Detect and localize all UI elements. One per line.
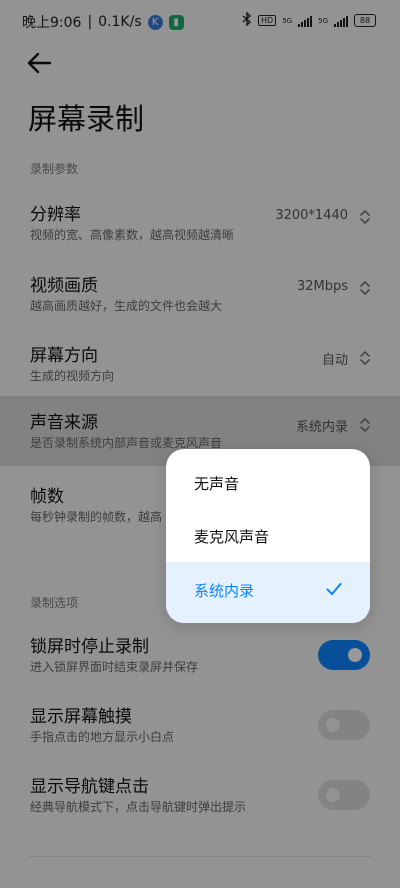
menu-item-label: 系统内录 (194, 582, 255, 600)
checkmark-icon (326, 583, 342, 595)
menu-item-no-sound[interactable]: 无声音 (166, 455, 370, 511)
menu-item-label: 麦克风声音 (194, 528, 270, 546)
menu-item-system-audio[interactable]: 系统内录 (166, 562, 370, 623)
audio-source-menu: 无声音 麦克风声音 系统内录 (166, 449, 370, 623)
menu-item-microphone[interactable]: 麦克风声音 (166, 508, 370, 564)
modal-scrim[interactable] (0, 0, 400, 888)
menu-item-label: 无声音 (194, 475, 240, 493)
